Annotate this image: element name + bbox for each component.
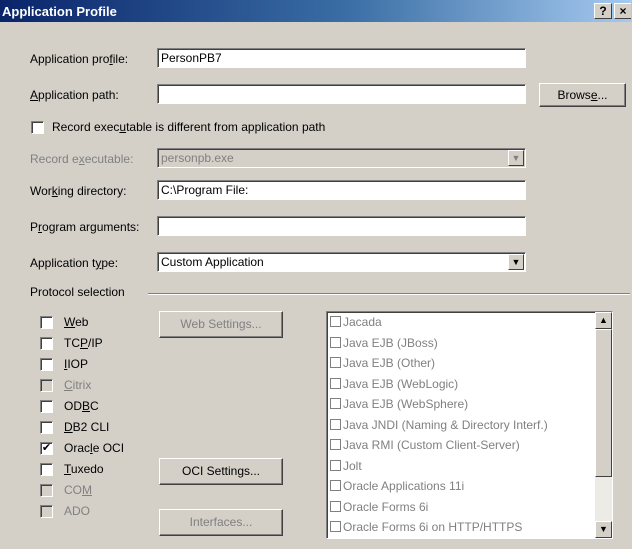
dropdown-arrow-icon[interactable]: ▼: [508, 254, 524, 270]
record-executable-checkbox-label: Record executable is different from appl…: [52, 120, 326, 134]
app-profile-input[interactable]: PersonPB7: [157, 48, 526, 68]
list-item: Java EJB (JBoss): [330, 336, 438, 350]
list-item: Java RMI (Custom Client-Server): [330, 438, 520, 452]
protocol-checkbox[interactable]: [40, 358, 53, 371]
dropdown-arrow-icon: ▼: [508, 150, 524, 166]
list-item: Java EJB (WebLogic): [330, 377, 458, 391]
record-executable-checkbox[interactable]: [31, 121, 44, 134]
program-arguments-label: Program arguments:: [30, 220, 140, 234]
oci-settings-button[interactable]: OCI Settings...: [159, 458, 283, 485]
list-item-checkbox: [330, 439, 341, 450]
protocol-checkbox[interactable]: [40, 421, 53, 434]
protocol-selection-heading: Protocol selection: [30, 285, 125, 299]
app-path-input[interactable]: [157, 84, 526, 104]
window-title: Application Profile: [2, 4, 117, 19]
list-item-label: Java EJB (WebSphere): [343, 397, 469, 411]
list-item: Java EJB (Other): [330, 356, 435, 370]
list-item-checkbox: [330, 377, 341, 389]
protocol-checkbox: [40, 484, 53, 497]
app-path-label: Application path:: [30, 88, 119, 102]
protocol-label: ODBC: [64, 399, 99, 413]
list-item-checkbox: [330, 336, 341, 348]
list-item-label: Oracle Forms 6i on HTTP/HTTPS: [343, 520, 523, 534]
protocol-label: TCP/IP: [64, 336, 103, 350]
protocol-checkbox[interactable]: [40, 337, 53, 350]
application-type-label: Application type:: [30, 256, 119, 270]
list-item-label: Jolt: [343, 458, 362, 473]
title-bar: Application Profile ? ×: [0, 0, 632, 22]
list-item-label: Java EJB (Other): [343, 356, 436, 370]
protocol-checkbox: [40, 505, 53, 518]
working-directory-input[interactable]: C:\Program File:: [157, 180, 526, 200]
protocol-label: Citrix: [64, 378, 92, 392]
scroll-thumb[interactable]: [595, 329, 612, 477]
interfaces-button: Interfaces...: [159, 509, 283, 536]
record-executable-dropdown: personpb.exe ▼: [157, 148, 526, 168]
list-item-checkbox: [330, 521, 341, 532]
list-item-label: Oracle Applications 11i: [343, 479, 465, 493]
list-item-checkbox: [330, 316, 341, 327]
list-item-label: Java RMI (Custom Client-Server): [343, 438, 520, 452]
application-type-dropdown[interactable]: Custom Application ▼: [157, 252, 526, 272]
list-item-label: Java EJB (JBoss): [343, 335, 438, 350]
web-settings-button: Web Settings...: [159, 311, 283, 338]
record-executable-value: personpb.exe: [161, 151, 234, 165]
protocol-checkbox[interactable]: [40, 463, 53, 476]
list-item: Java EJB (WebSphere): [330, 397, 468, 411]
browse-button[interactable]: Browse...: [539, 83, 626, 107]
listbox-scrollbar[interactable]: ▲ ▼: [595, 312, 612, 538]
help-button[interactable]: ?: [594, 3, 612, 19]
close-button[interactable]: ×: [614, 3, 631, 19]
list-item-label: Oracle Forms 6i: [343, 499, 429, 514]
list-item: Jacada: [330, 315, 382, 329]
protocol-label: IIOP: [64, 357, 89, 371]
working-directory-label: Working directory:: [30, 184, 127, 198]
protocol-label: Tuxedo: [64, 462, 104, 476]
interface-listbox[interactable]: Jacada Java EJB (JBoss) Java EJB (Other) Ja…: [326, 311, 613, 539]
protocol-checkbox[interactable]: [40, 400, 53, 413]
list-item-label: Java EJB (WebLogic): [343, 376, 459, 391]
app-profile-label: Application profile:: [30, 52, 129, 66]
protocol-checkbox[interactable]: [40, 316, 53, 329]
scroll-down-icon[interactable]: ▼: [595, 521, 612, 538]
list-item: Oracle Forms 6i on HTTP/HTTPS: [330, 520, 522, 534]
protocol-label: Web: [64, 315, 89, 329]
protocol-label: ADO: [64, 504, 91, 518]
list-item-label: Jacada: [343, 315, 382, 329]
list-item-checkbox: [330, 357, 341, 368]
list-item: Oracle Forms 6i: [330, 500, 428, 514]
protocol-label: COM: [64, 483, 92, 497]
list-item: Java JNDI (Naming & Directory Interf.): [330, 418, 548, 432]
protocol-label: DB2 CLI: [64, 420, 110, 434]
protocol-checkbox: [40, 379, 53, 392]
list-item-checkbox: [330, 398, 341, 409]
list-item: Jolt: [330, 459, 362, 473]
record-executable-label: Record executable:: [30, 152, 134, 166]
list-item: Oracle Applications 11i: [330, 479, 464, 493]
application-type-value: Custom Application: [161, 255, 264, 269]
list-item-checkbox: [330, 418, 341, 430]
group-divider: [148, 293, 630, 295]
list-item-checkbox: [330, 459, 341, 471]
list-item-checkbox: [330, 500, 341, 512]
protocol-checkbox[interactable]: ✔: [40, 442, 53, 455]
protocol-label: Oracle OCI: [64, 441, 125, 455]
list-item-label: Java JNDI (Naming & Directory Interf.): [343, 417, 548, 432]
program-arguments-input[interactable]: [157, 216, 526, 236]
list-item-checkbox: [330, 480, 341, 491]
scroll-up-icon[interactable]: ▲: [595, 312, 612, 329]
